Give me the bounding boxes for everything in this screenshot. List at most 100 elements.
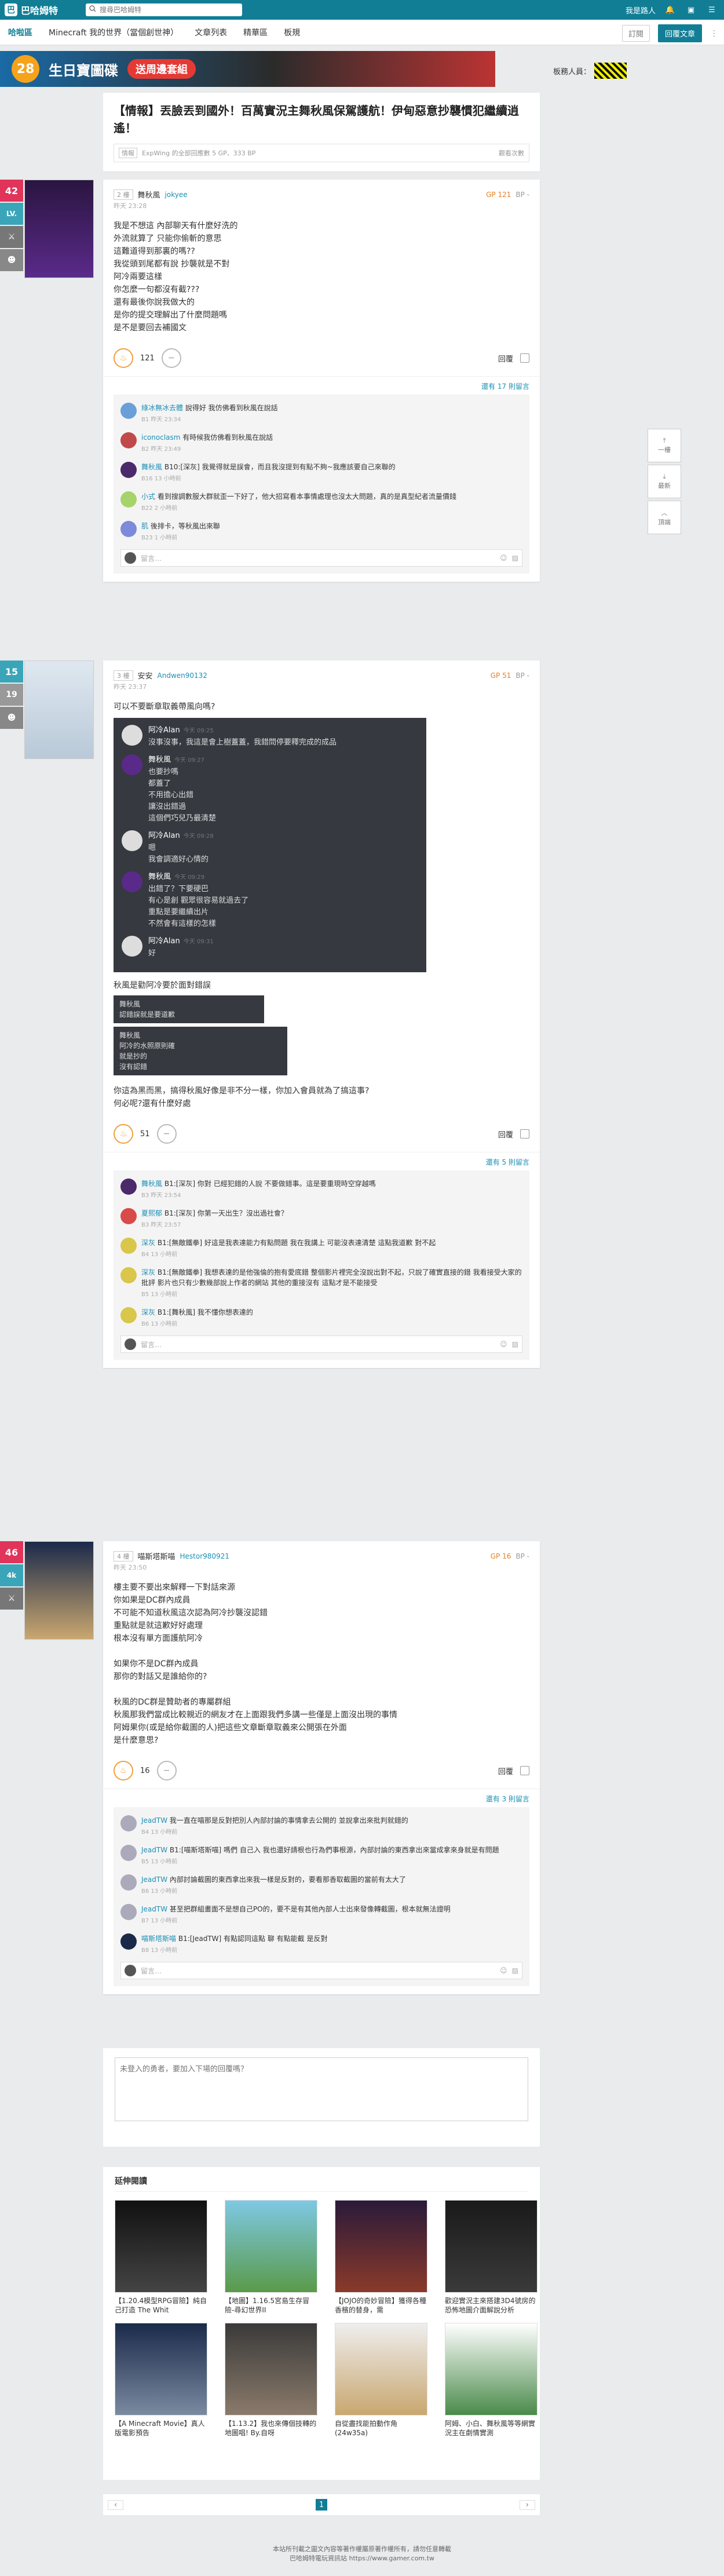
commenter-name[interactable]: JeadTW [141, 1876, 167, 1884]
bp-button[interactable]: − [156, 1124, 177, 1144]
emoji-icon[interactable]: ☺ [500, 1340, 507, 1348]
image-icon[interactable]: ▨ [512, 1966, 518, 1975]
tool-first-floor[interactable]: ⤒ 一樓 [648, 429, 681, 462]
related-item[interactable]: 阿姆、小白、舞秋風等等網實況主在劇情實測 [445, 2323, 537, 2439]
staff-avatar[interactable] [594, 63, 627, 79]
tool-top[interactable]: ︿ 頂端 [648, 501, 681, 534]
page-number[interactable]: 1 [316, 2499, 327, 2511]
more-replies-link[interactable]: 還有 3 則留言 [103, 1789, 540, 1804]
bp-button[interactable]: − [156, 1761, 177, 1780]
related-thumb[interactable] [225, 2200, 317, 2293]
related-thumb[interactable] [445, 2200, 537, 2293]
related-thumb[interactable] [225, 2323, 317, 2416]
related-thumb[interactable] [335, 2323, 427, 2416]
commenter-avatar[interactable] [120, 491, 137, 508]
commenter-avatar[interactable] [120, 1267, 137, 1283]
prev-page-button[interactable]: ‹ [108, 2500, 124, 2510]
commenter-name[interactable]: JeadTW [141, 1905, 167, 1913]
commenter-name[interactable]: 喵斯塔斯喵 [141, 1935, 176, 1943]
nav-item-rules[interactable]: 板規 [284, 27, 300, 38]
author-uid[interactable]: Andwen90132 [158, 672, 207, 680]
related-item[interactable]: 【地圖】1.16.5宮島生存冒險-尋幻世界II [225, 2200, 317, 2316]
reply-textarea[interactable] [115, 2057, 528, 2121]
more-replies-link[interactable]: 還有 5 則留言 [103, 1152, 540, 1167]
site-logo[interactable]: 巴 巴哈姆特 [5, 2, 58, 17]
nav-item-article-list[interactable]: 文章列表 [195, 27, 227, 38]
related-title[interactable]: 【JOJO的奇妙冒險】獲得各種香檳的替身，需 [335, 2296, 427, 2316]
tool-latest[interactable]: ⤓ 最新 [648, 465, 681, 498]
author-name[interactable]: 喵斯塔斯喵 [138, 1550, 175, 1561]
related-item[interactable]: 歡迎實況主來搭建3D4號房的恐怖地圖介面解說分析 [445, 2200, 537, 2316]
commenter-avatar[interactable] [120, 462, 137, 478]
related-title[interactable]: 【1.13.2】我也來傳個技轉的地圖唱! By.自呀 [225, 2419, 317, 2439]
author-name[interactable]: 安安 [138, 670, 153, 681]
commenter-name[interactable]: 深灰 [141, 1308, 155, 1316]
commenter-avatar[interactable] [120, 1933, 137, 1950]
commenter-avatar[interactable] [120, 403, 137, 419]
author-avatar[interactable] [24, 180, 94, 278]
related-thumb[interactable] [335, 2200, 427, 2293]
commenter-name[interactable]: 小式 [141, 492, 155, 501]
related-item[interactable]: 【1.13.2】我也來傳個技轉的地圖唱! By.自呀 [225, 2323, 317, 2439]
emoji-icon[interactable]: ☺ [500, 1966, 507, 1975]
commenter-avatar[interactable] [120, 1904, 137, 1920]
bp-button[interactable]: − [161, 348, 181, 368]
bell-icon[interactable]: 🔔 [664, 3, 677, 16]
nav-item-minecraft[interactable]: Minecraft 我的世界（當個創世神） [49, 27, 178, 38]
commenter-name[interactable]: 肌 [141, 522, 148, 530]
hamburger-menu-icon[interactable]: ☰ [705, 3, 718, 16]
search-box[interactable] [86, 3, 242, 16]
related-thumb[interactable] [445, 2323, 537, 2416]
commenter-name[interactable]: iconoclasm [141, 433, 180, 442]
commenter-avatar[interactable] [120, 1307, 137, 1323]
more-icon[interactable]: ⋮ [710, 29, 718, 38]
commenter-name[interactable]: 綠冰無冰去體 [141, 404, 183, 412]
author-uid[interactable]: Hestor980921 [180, 1552, 229, 1560]
related-item[interactable]: 【1.20.4模型RPG冒險】純自己打造 The Whit [115, 2200, 207, 2316]
related-title[interactable]: 阿姆、小白、舞秋風等等網實況主在劇情實測 [445, 2419, 537, 2439]
emoji-icon[interactable]: ☺ [500, 554, 507, 562]
commenter-name[interactable]: JeadTW [141, 1846, 167, 1854]
commenter-avatar[interactable] [120, 1208, 137, 1224]
user-name[interactable]: 我是路人 [626, 5, 656, 16]
related-title[interactable]: 【1.20.4模型RPG冒險】純自己打造 The Whit [115, 2296, 207, 2316]
nav-item-board[interactable]: 哈啦區 [8, 27, 32, 38]
author-uid[interactable]: jokyee [165, 191, 188, 199]
search-input[interactable] [100, 6, 233, 14]
gp-button[interactable]: ♨ [114, 348, 133, 368]
bookmark-icon[interactable] [520, 1766, 529, 1775]
reply-button[interactable]: 回覆 [498, 1129, 513, 1140]
bookmark-icon[interactable] [520, 353, 529, 363]
comment-input[interactable]: 留言… ☺ ▨ [120, 549, 522, 567]
related-thumb[interactable] [115, 2323, 207, 2416]
image-icon[interactable]: ▨ [512, 1340, 518, 1348]
next-page-button[interactable]: › [519, 2500, 535, 2510]
reply-button[interactable]: 回覆 [498, 353, 513, 364]
author-name[interactable]: 舞秋風 [138, 189, 160, 200]
reply-post-button[interactable]: 回覆文章 [657, 24, 702, 42]
commenter-avatar[interactable] [120, 1178, 137, 1195]
nav-item-featured[interactable]: 精華區 [243, 27, 268, 38]
related-title[interactable]: 【地圖】1.16.5宮島生存冒險-尋幻世界II [225, 2296, 317, 2316]
reply-button[interactable]: 回覆 [498, 1765, 513, 1776]
related-title[interactable]: 【A Minecraft Movie】真人版電影預告 [115, 2419, 207, 2439]
comment-input[interactable]: 留言… ☺ ▨ [120, 1336, 522, 1353]
commenter-name[interactable]: 夏熙郁 [141, 1209, 162, 1217]
commenter-avatar[interactable] [120, 1874, 137, 1891]
thread-tag[interactable]: 情報 [119, 148, 137, 158]
commenter-avatar[interactable] [120, 1238, 137, 1254]
author-avatar[interactable] [24, 1541, 94, 1640]
related-item[interactable]: 【JOJO的奇妙冒險】獲得各種香檳的替身，需 [335, 2200, 427, 2316]
more-replies-link[interactable]: 還有 17 則留言 [103, 377, 540, 391]
commenter-avatar[interactable] [120, 432, 137, 448]
comment-input[interactable]: 留言… ☺ ▨ [120, 1962, 522, 1979]
commenter-avatar[interactable] [120, 521, 137, 537]
footer-site[interactable]: 巴哈姆特電玩資訊站 https://www.gamer.com.tw [0, 2554, 724, 2563]
author-avatar[interactable] [24, 661, 94, 759]
commenter-avatar[interactable] [120, 1845, 137, 1861]
image-icon[interactable]: ▨ [512, 554, 518, 562]
gp-button[interactable]: ♨ [114, 1761, 133, 1780]
related-thumb[interactable] [115, 2200, 207, 2293]
related-item[interactable]: 【A Minecraft Movie】真人版電影預告 [115, 2323, 207, 2439]
commenter-name[interactable]: 深灰 [141, 1239, 155, 1247]
